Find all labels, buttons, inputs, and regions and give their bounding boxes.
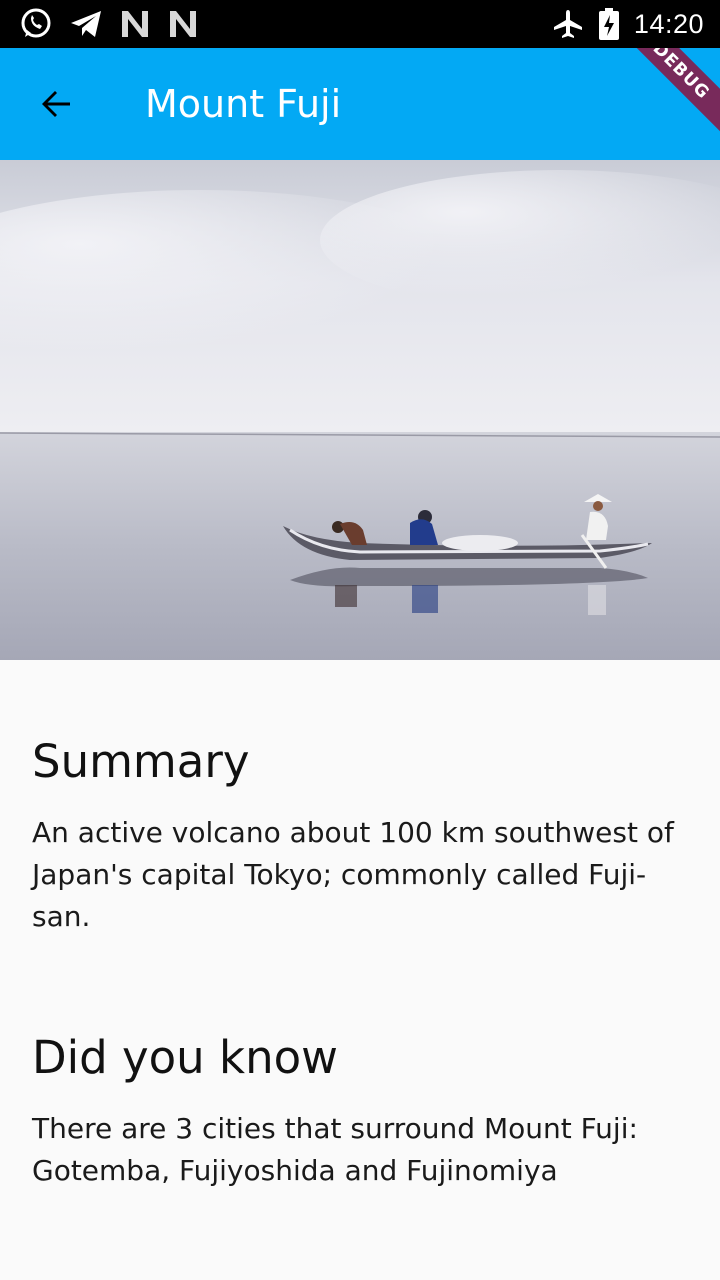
system-status: 14:20 — [552, 0, 704, 48]
notification-icons — [18, 6, 200, 42]
debug-banner: DEBUG — [610, 48, 720, 142]
clock: 14:20 — [633, 8, 704, 39]
app-bar: Mount Fuji DEBUG — [0, 48, 720, 160]
battery-charging-icon — [598, 8, 619, 40]
boat-photo — [0, 160, 720, 660]
n-icon — [122, 11, 148, 37]
airplane-mode-icon — [553, 10, 582, 38]
arrow-back-icon — [42, 91, 70, 117]
summary-section: Summary An active volcano about 100 km s… — [32, 732, 688, 938]
whatsapp-icon — [21, 8, 51, 38]
telegram-icon — [71, 11, 101, 37]
did-you-know-section: Did you know There are 3 cities that sur… — [32, 1028, 688, 1192]
n-icon — [170, 11, 196, 37]
section-body: An active volcano about 100 km southwest… — [32, 816, 674, 933]
status-bar: 14:20 — [0, 0, 720, 48]
back-button[interactable] — [24, 72, 88, 136]
section-body: There are 3 cities that surround Mount F… — [32, 1112, 638, 1187]
section-heading: Did you know — [32, 1031, 338, 1084]
hero-image — [0, 160, 720, 660]
section-heading: Summary — [32, 735, 250, 788]
page-title: Mount Fuji — [145, 82, 342, 126]
